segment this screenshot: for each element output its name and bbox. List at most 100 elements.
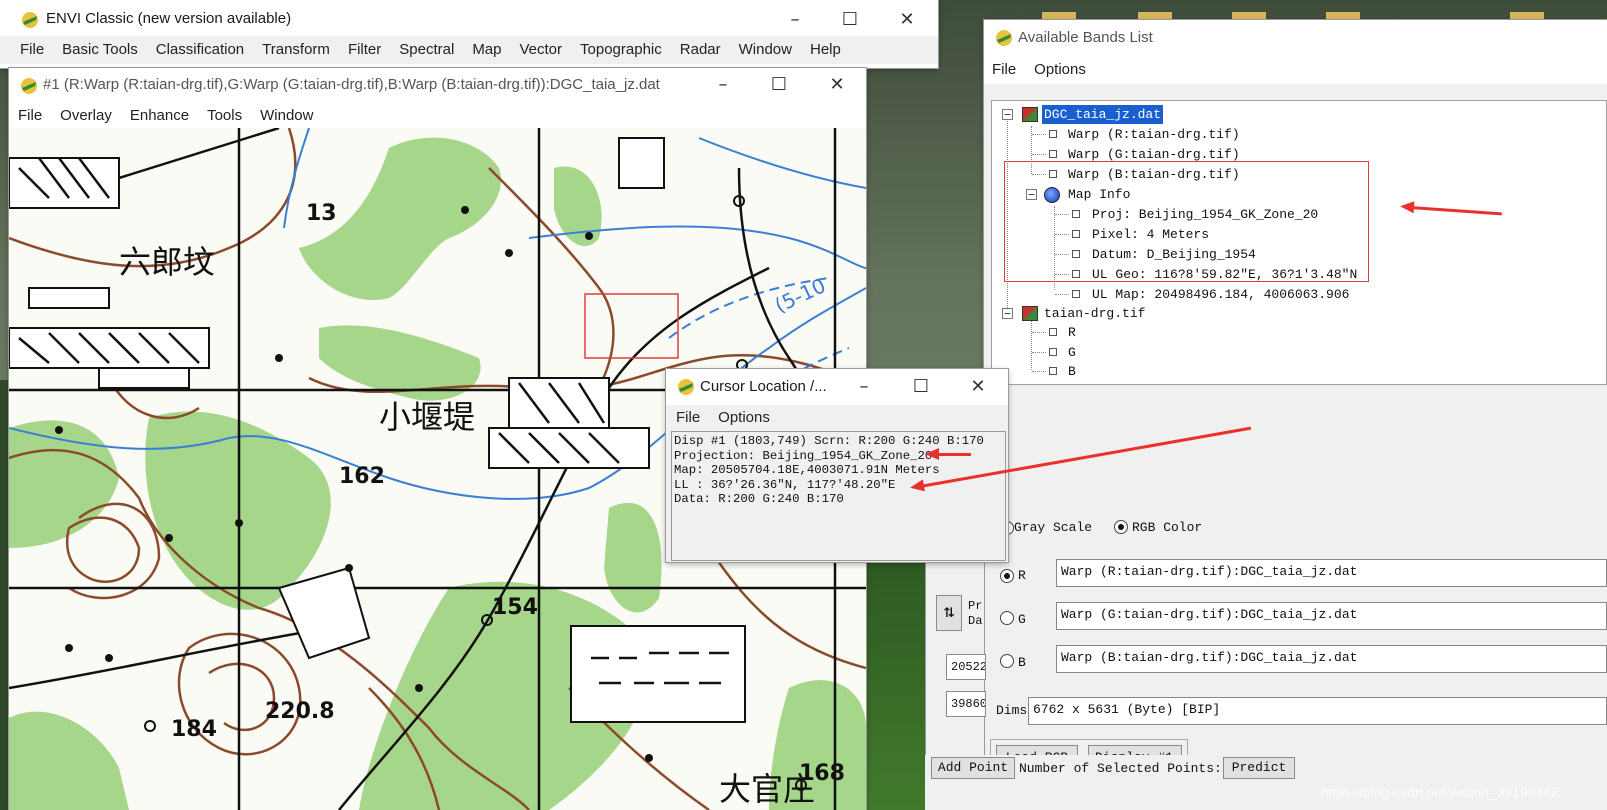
b-channel-radio[interactable]	[1000, 654, 1014, 668]
band-icon	[1049, 328, 1057, 336]
gray-scale-label: Gray Scale	[1014, 520, 1093, 535]
annotation-arrow	[925, 448, 971, 460]
cursor-location-window: Cursor Location /... – ☐ ✕ File Options D…	[666, 369, 1008, 562]
close-icon[interactable]: ✕	[885, 6, 929, 34]
title-bar: Cursor Location /... – ☐ ✕	[666, 369, 1008, 405]
watermark: https://blog.csdn.net/weixin_39190382	[1320, 784, 1559, 800]
dims-label: Dims	[996, 703, 1028, 718]
r-label: R	[1018, 568, 1026, 583]
rgb-color-radio[interactable]	[1114, 520, 1128, 534]
menu-spectral[interactable]: Spectral	[390, 36, 463, 64]
collapse-icon[interactable]: −	[1002, 109, 1013, 120]
band-icon	[1049, 348, 1057, 356]
map-info-text: UL Map: 20498496.184, 4006063.906	[1092, 287, 1350, 302]
dims-field: 6762 x 5631 (Byte) [BIP]	[1028, 697, 1607, 725]
cursor-line: Map: 20505704.18E,4003071.91N Meters	[674, 463, 940, 478]
menu-vector[interactable]: Vector	[511, 36, 572, 64]
raster-file-icon	[1022, 306, 1038, 321]
elevation-label: 184	[171, 717, 217, 742]
band-label: B	[1068, 364, 1076, 379]
gcp-label: Da	[968, 614, 983, 628]
close-icon[interactable]: ✕	[815, 71, 859, 99]
menu-basic-tools[interactable]: Basic Tools	[53, 36, 147, 64]
cursor-line: Data: R:200 G:240 B:170	[674, 492, 844, 507]
elevation-label: 13	[306, 201, 337, 226]
main-menubar: File Basic Tools Classification Transform Fi…	[0, 36, 938, 64]
window-title: ENVI Classic (new version available)	[46, 10, 292, 27]
title-bar: #1 (R:Warp (R:taian-drg.tif),G:Warp (G:t…	[9, 68, 866, 102]
collapse-icon[interactable]: −	[1002, 308, 1013, 319]
gcp-y-field[interactable]: 39860	[946, 691, 986, 717]
envi-globe-icon	[996, 30, 1012, 46]
window-title: Available Bands List	[1018, 29, 1153, 46]
menu-map[interactable]: Map	[463, 36, 510, 64]
envi-globe-icon	[22, 12, 38, 28]
menu-filter[interactable]: Filter	[339, 36, 390, 64]
selected-points-count: Number of Selected Points: 9	[1019, 761, 1238, 776]
gcp-label: Pr	[968, 599, 983, 613]
predict-button[interactable]: Predict	[1223, 757, 1295, 779]
menu-file[interactable]: File	[0, 36, 53, 64]
menu-file[interactable]: File	[984, 56, 1025, 84]
b-label: B	[1018, 655, 1026, 670]
annotation-highlight-box	[1004, 161, 1369, 282]
menu-file[interactable]: File	[9, 102, 51, 130]
map-label-village: 六郎坟	[119, 243, 215, 281]
swap-icon[interactable]: ⇅	[936, 595, 962, 631]
menu-classification[interactable]: Classification	[147, 36, 253, 64]
available-bands-window: Available Bands List File Options − DGC_t…	[984, 20, 1607, 810]
menu-radar[interactable]: Radar	[671, 36, 730, 64]
title-bar: Available Bands List	[984, 20, 1607, 56]
menu-window[interactable]: Window	[251, 102, 322, 130]
map-label-village: 小堰堤	[379, 398, 475, 436]
maximize-icon[interactable]: ☐	[828, 6, 872, 34]
cursor-info-text: Disp #1 (1803,749) Scrn: R:200 G:240 B:1…	[671, 431, 1006, 561]
menu-topographic[interactable]: Topographic	[571, 36, 671, 64]
maximize-icon[interactable]: ☐	[757, 71, 801, 99]
b-band-field[interactable]: Warp (B:taian-drg.tif):DGC_taia_jz.dat	[1056, 645, 1607, 673]
menu-help[interactable]: Help	[801, 36, 850, 64]
title-bar: ENVI Classic (new version available) – ☐…	[0, 0, 938, 38]
cursor-menubar: File Options	[666, 405, 1008, 431]
menu-enhance[interactable]: Enhance	[121, 102, 198, 130]
cursor-line: Disp #1 (1803,749) Scrn: R:200 G:240 B:1…	[674, 434, 984, 448]
band-label: G	[1068, 345, 1076, 360]
elevation-label: 220.8	[265, 699, 335, 724]
band-icon	[1049, 150, 1057, 158]
r-channel-radio[interactable]	[1000, 569, 1014, 583]
band-label: R	[1068, 325, 1076, 340]
menu-overlay[interactable]: Overlay	[51, 102, 121, 130]
g-label: G	[1018, 612, 1026, 627]
add-point-button[interactable]: Add Point	[931, 757, 1015, 779]
minimize-icon[interactable]: –	[842, 373, 886, 401]
minimize-icon[interactable]: –	[773, 6, 817, 34]
window-title: #1 (R:Warp (R:taian-drg.tif),G:Warp (G:t…	[43, 76, 660, 93]
envi-globe-icon	[21, 78, 37, 94]
gcp-bottom-bar: Add Point Number of Selected Points: 9 P…	[925, 755, 1305, 810]
rgb-color-label: RGB Color	[1132, 520, 1203, 535]
elevation-label: 154	[492, 595, 538, 620]
r-band-field[interactable]: Warp (R:taian-drg.tif):DGC_taia_jz.dat	[1056, 559, 1607, 587]
menu-file[interactable]: File	[666, 405, 709, 431]
band-label: Warp (R:taian-drg.tif)	[1068, 127, 1240, 142]
menu-tools[interactable]: Tools	[198, 102, 251, 130]
band-icon	[1049, 130, 1057, 138]
info-icon	[1072, 290, 1080, 298]
minimize-icon[interactable]: –	[701, 71, 745, 99]
menu-options[interactable]: Options	[1025, 56, 1095, 84]
g-channel-radio[interactable]	[1000, 611, 1014, 625]
gcp-x-field[interactable]: 20522	[946, 654, 986, 680]
menu-options[interactable]: Options	[709, 405, 779, 431]
file-name: DGC_taia_jz.dat	[1042, 105, 1164, 124]
menu-window[interactable]: Window	[730, 36, 801, 64]
band-icon	[1049, 367, 1057, 375]
envi-globe-icon	[678, 379, 694, 395]
display-menubar: File Overlay Enhance Tools Window	[9, 102, 866, 130]
file-name: taian-drg.tif	[1044, 306, 1146, 321]
maximize-icon[interactable]: ☐	[899, 373, 943, 401]
menu-transform[interactable]: Transform	[253, 36, 339, 64]
close-icon[interactable]: ✕	[956, 373, 1000, 401]
g-band-field[interactable]: Warp (G:taian-drg.tif):DGC_taia_jz.dat	[1056, 602, 1607, 630]
window-title: Cursor Location /...	[700, 378, 827, 395]
bands-menubar: File Options	[984, 56, 1607, 84]
